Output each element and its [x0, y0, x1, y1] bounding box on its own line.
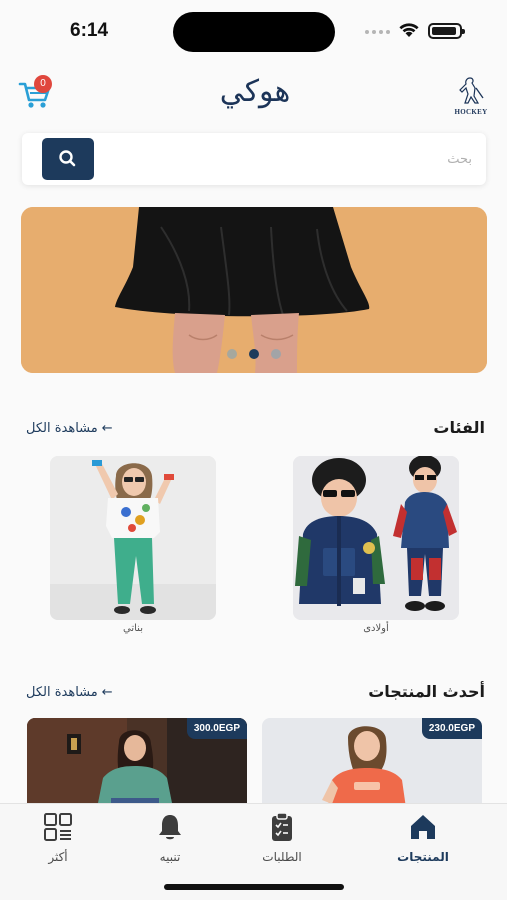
tab-notifications-label: تنبيه — [159, 850, 181, 864]
status-time: 6:14 — [70, 20, 109, 41]
cart-count-badge: 0 — [34, 75, 52, 93]
bell-icon — [159, 815, 181, 840]
status-bar: 6:14 — [0, 0, 507, 62]
product-price: 300.0EGP — [186, 718, 247, 739]
latest-products-title: أحدث المنتجات — [368, 682, 485, 701]
boys-category-image — [293, 456, 459, 620]
category-card-girls[interactable] — [50, 456, 216, 620]
banner-pagination — [21, 344, 487, 363]
promo-banner[interactable] — [21, 207, 487, 373]
search-bar — [22, 133, 486, 185]
search-button[interactable] — [42, 138, 94, 180]
dynamic-island — [173, 12, 335, 52]
tab-products-label: المنتجات — [397, 850, 449, 864]
battery-icon — [428, 23, 465, 39]
categories-title: الفئات — [433, 418, 485, 437]
category-label-girls: بناتي — [123, 623, 143, 634]
search-icon — [59, 150, 76, 167]
home-icon — [411, 815, 435, 839]
tab-orders[interactable]: الطلبات — [242, 812, 322, 864]
brand-title: هوكي — [219, 74, 291, 109]
arrow-left-icon: ← — [101, 685, 113, 700]
banner-dot[interactable] — [271, 349, 281, 359]
wifi-icon — [399, 23, 419, 37]
product-card[interactable]: 300.0EGP — [27, 718, 247, 808]
clipboard-icon — [272, 812, 292, 841]
tab-orders-label: الطلبات — [262, 850, 302, 864]
hockey-logo: HOCKEY — [450, 76, 492, 116]
category-card-boys[interactable] — [293, 456, 459, 620]
product-price: 230.0EGP — [421, 718, 482, 739]
grid-icon — [44, 813, 72, 841]
banner-dot-active[interactable] — [249, 349, 259, 359]
categories-view-all[interactable]: ← مشاهدة الكل — [26, 421, 113, 436]
signal-icon — [365, 28, 391, 36]
latest-view-all-label: مشاهدة الكل — [26, 685, 98, 700]
app-screen: 6:14 0 هوكي HOCKEY بحث الفئات ← مشاهدة ا… — [0, 0, 507, 900]
search-input[interactable] — [112, 147, 472, 171]
home-indicator[interactable] — [164, 884, 344, 890]
tab-products[interactable]: المنتجات — [383, 812, 463, 864]
tab-more-label: أكثر — [48, 850, 68, 864]
tab-more[interactable]: أكثر — [18, 812, 98, 864]
product-card[interactable]: 230.0EGP — [262, 718, 482, 808]
arrow-left-icon: ← — [101, 421, 113, 436]
latest-view-all[interactable]: ← مشاهدة الكل — [26, 685, 113, 700]
logo-text: HOCKEY — [454, 108, 488, 116]
girls-category-image — [50, 456, 216, 620]
categories-view-all-label: مشاهدة الكل — [26, 421, 98, 436]
category-label-boys: أولادى — [363, 623, 389, 634]
app-header: 0 هوكي HOCKEY — [0, 62, 507, 122]
banner-dot[interactable] — [227, 349, 237, 359]
hockey-player-icon — [459, 77, 484, 104]
tab-notifications[interactable]: تنبيه — [130, 812, 210, 864]
